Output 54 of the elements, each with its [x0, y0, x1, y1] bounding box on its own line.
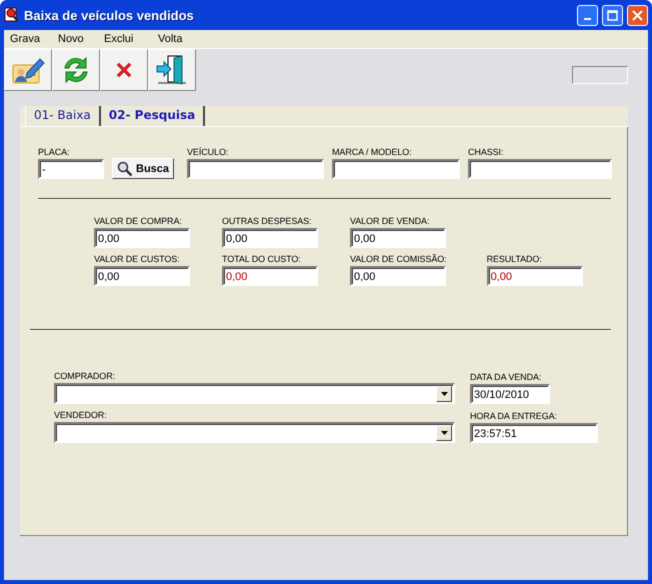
field-label: VALOR DE VENDA: [350, 216, 430, 226]
dropdown-button[interactable] [436, 424, 452, 440]
minimize-button[interactable] [577, 4, 598, 26]
vehicle-field[interactable] [187, 159, 324, 179]
maximize-button[interactable] [602, 4, 623, 26]
dropdown-field[interactable] [54, 383, 455, 404]
status-field [572, 66, 628, 84]
menu-item[interactable]: Volta [152, 33, 188, 45]
toolbar-button[interactable] [52, 49, 100, 91]
field-label: VALOR DE COMISSÃO: [350, 254, 447, 264]
field-label: RESULTADO: [486, 254, 543, 264]
field-label: OUTRAS DESPESAS: [222, 216, 312, 226]
menu-item[interactable]: Grava [4, 33, 52, 45]
field-label: VALOR DE CUSTOS: [94, 254, 181, 264]
amount-field[interactable]: 0,00 [94, 266, 190, 286]
field-label: TOTAL DO CUSTO: [222, 254, 302, 264]
magnifier-icon [117, 160, 133, 176]
amount-field[interactable]: 0,00 [222, 228, 318, 248]
amount-field[interactable]: 0,00 [350, 266, 446, 286]
amount-field[interactable]: 0,00 [486, 266, 583, 286]
maximize-icon [607, 10, 618, 20]
field-label: VENDEDOR: [54, 410, 108, 420]
field-label: HORA DA ENTREGA: [470, 411, 558, 421]
dropdown-button[interactable] [436, 386, 452, 402]
field-label: PLACA: [38, 147, 70, 157]
minimize-icon [584, 18, 591, 20]
close-icon [632, 10, 643, 20]
toolbar-button[interactable] [4, 49, 52, 91]
field-label: MARCA / MODELO: [332, 147, 413, 157]
toolbar-button[interactable] [148, 49, 196, 91]
amount-field[interactable]: 0,00 [94, 228, 190, 248]
plate-field[interactable]: - [38, 159, 104, 179]
menu-item[interactable]: Exclui [98, 33, 152, 45]
field-label: VALOR DE COMPRA: [94, 216, 183, 226]
field-label: VEÍCULO: [187, 147, 230, 157]
amount-field[interactable]: 0,00 [350, 228, 446, 248]
field-label: CHASSI: [468, 147, 504, 157]
close-button[interactable] [627, 4, 648, 26]
dropdown-field[interactable] [54, 422, 455, 443]
field-label: DATA DA VENDA: [470, 372, 542, 382]
brand-model-field[interactable] [332, 159, 460, 179]
toolbar-button[interactable] [100, 49, 148, 91]
amount-field[interactable]: 0,00 [222, 266, 318, 286]
x-icon [115, 61, 133, 79]
time-field[interactable]: 23:57:51 [470, 423, 598, 443]
window-title: Baixa de veículos vendidos [24, 8, 195, 22]
app-icon [4, 7, 20, 23]
caret-icon [440, 430, 448, 434]
search-button[interactable]: Busca [112, 158, 174, 179]
field-label: COMPRADOR: [54, 371, 116, 381]
menu-item[interactable]: Novo [52, 33, 98, 45]
caret-icon [440, 392, 448, 396]
chassis-field[interactable] [468, 159, 612, 179]
date-field[interactable]: 30/10/2010 [470, 384, 550, 404]
